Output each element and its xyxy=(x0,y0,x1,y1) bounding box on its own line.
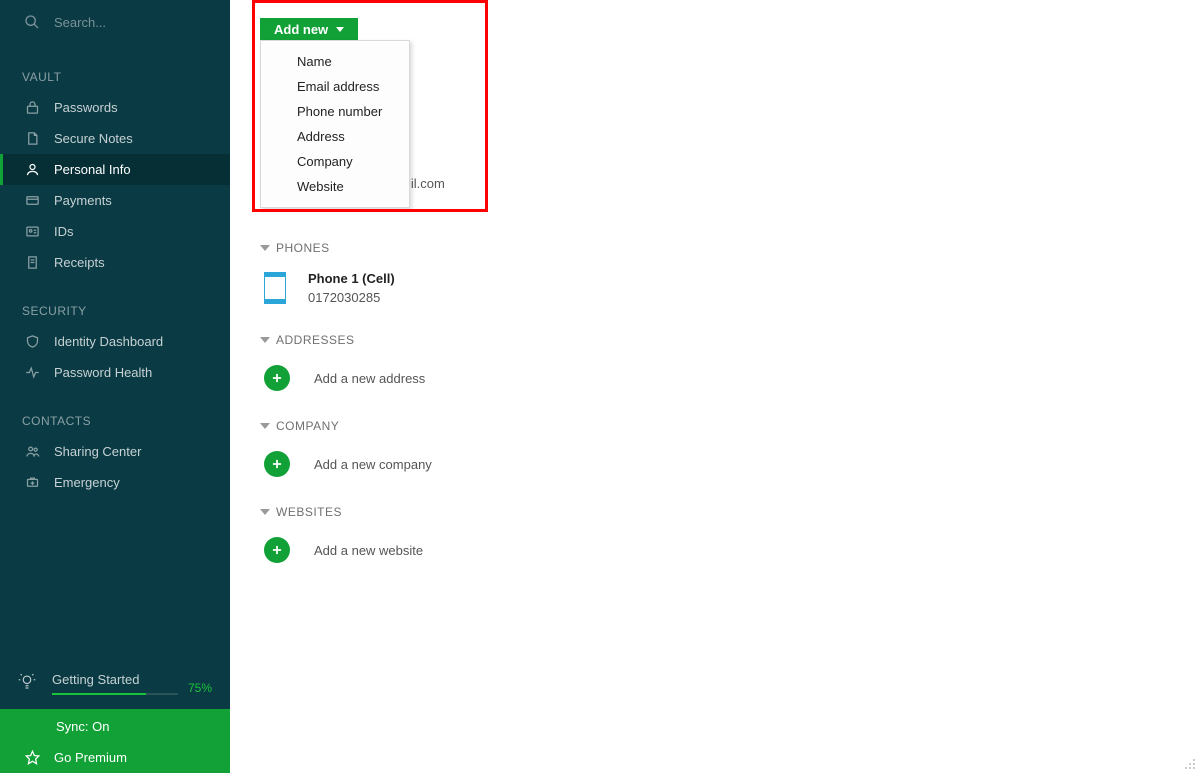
sidebar-item-label: Identity Dashboard xyxy=(54,334,163,349)
dropdown-item-company[interactable]: Company xyxy=(261,149,409,174)
add-company-button[interactable]: Add a new company xyxy=(264,451,1170,477)
phone-entry[interactable]: Phone 1 (Cell) 0172030285 xyxy=(264,271,1170,305)
plus-icon xyxy=(264,451,290,477)
premium-label: Go Premium xyxy=(54,750,127,765)
sync-label: Sync: On xyxy=(56,719,109,734)
sidebar-item-label: Password Health xyxy=(54,365,152,380)
go-premium[interactable]: Go Premium xyxy=(0,742,230,773)
sidebar-item-label: IDs xyxy=(54,224,74,239)
search-row[interactable] xyxy=(0,0,230,44)
sidebar-item-ids[interactable]: IDs xyxy=(0,216,230,247)
chevron-down-icon xyxy=(336,27,344,32)
person-icon xyxy=(22,162,42,177)
add-new-button[interactable]: Add new xyxy=(260,18,358,41)
progress-bar xyxy=(52,693,178,695)
category-addresses: ADDRESSES Add a new address xyxy=(260,333,1170,391)
caret-down-icon xyxy=(260,337,270,343)
search-input[interactable] xyxy=(54,15,194,30)
addresses-header[interactable]: ADDRESSES xyxy=(260,333,1170,347)
sidebar-item-identity-dashboard[interactable]: Identity Dashboard xyxy=(0,326,230,357)
company-header[interactable]: COMPANY xyxy=(260,419,1170,433)
people-icon xyxy=(22,444,42,459)
add-new-dropdown: Name Email address Phone number Address … xyxy=(260,40,410,208)
dropdown-item-address[interactable]: Address xyxy=(261,124,409,149)
addresses-header-label: ADDRESSES xyxy=(276,333,355,347)
resize-grip-icon[interactable] xyxy=(1184,757,1196,769)
receipt-icon xyxy=(22,255,42,270)
card-icon xyxy=(22,193,42,208)
phone-entry-title: Phone 1 (Cell) xyxy=(308,271,395,286)
progress-pct: 75% xyxy=(188,681,212,695)
caret-down-icon xyxy=(260,245,270,251)
sidebar-item-label: Passwords xyxy=(54,100,118,115)
add-website-button[interactable]: Add a new website xyxy=(264,537,1170,563)
id-icon xyxy=(22,224,42,239)
sidebar-item-secure-notes[interactable]: Secure Notes xyxy=(0,123,230,154)
getting-started-label: Getting Started xyxy=(52,672,178,687)
dropdown-item-website[interactable]: Website xyxy=(261,174,409,199)
sidebar-item-sharing-center[interactable]: Sharing Center xyxy=(0,436,230,467)
phone-icon xyxy=(264,272,286,304)
sidebar-item-receipts[interactable]: Receipts xyxy=(0,247,230,278)
getting-started[interactable]: Getting Started 75% xyxy=(0,662,230,709)
sidebar-item-label: Personal Info xyxy=(54,162,131,177)
plus-icon xyxy=(264,537,290,563)
section-security-label: SECURITY xyxy=(0,278,230,326)
pulse-icon xyxy=(22,365,42,380)
note-icon xyxy=(22,131,42,146)
dropdown-item-email[interactable]: Email address xyxy=(261,74,409,99)
phones-header-label: PHONES xyxy=(276,241,330,255)
sidebar-green-block: Sync: On Go Premium xyxy=(0,709,230,773)
sidebar-item-label: Payments xyxy=(54,193,112,208)
websites-header[interactable]: WEBSITES xyxy=(260,505,1170,519)
dropdown-item-phone[interactable]: Phone number xyxy=(261,99,409,124)
section-vault-label: VAULT xyxy=(0,44,230,92)
search-icon xyxy=(24,14,40,30)
category-websites: WEBSITES Add a new website xyxy=(260,505,1170,563)
email-peek-text: iil.com xyxy=(408,176,445,191)
caret-down-icon xyxy=(260,423,270,429)
sidebar-item-label: Receipts xyxy=(54,255,105,270)
lightbulb-icon xyxy=(18,673,42,694)
category-company: COMPANY Add a new company xyxy=(260,419,1170,477)
sidebar-item-password-health[interactable]: Password Health xyxy=(0,357,230,388)
progress-fill xyxy=(52,693,146,695)
add-company-label: Add a new company xyxy=(314,457,432,472)
websites-header-label: WEBSITES xyxy=(276,505,342,519)
add-address-button[interactable]: Add a new address xyxy=(264,365,1170,391)
sidebar-item-label: Secure Notes xyxy=(54,131,133,146)
phone-entry-value: 0172030285 xyxy=(308,290,395,305)
caret-down-icon xyxy=(260,509,270,515)
main-content: Add new Name Email address Phone number … xyxy=(230,0,1200,773)
emergency-icon xyxy=(22,475,42,490)
sidebar-bottom: Getting Started 75% Sync: On Go Premium xyxy=(0,662,230,773)
sidebar-item-emergency[interactable]: Emergency xyxy=(0,467,230,498)
dropdown-item-name[interactable]: Name xyxy=(261,49,409,74)
sidebar-item-personal-info[interactable]: Personal Info xyxy=(0,154,230,185)
lock-icon xyxy=(22,100,42,115)
add-address-label: Add a new address xyxy=(314,371,425,386)
add-website-label: Add a new website xyxy=(314,543,423,558)
plus-icon xyxy=(264,365,290,391)
section-contacts-label: CONTACTS xyxy=(0,388,230,436)
sidebar-item-label: Emergency xyxy=(54,475,120,490)
company-header-label: COMPANY xyxy=(276,419,339,433)
category-phones: PHONES Phone 1 (Cell) 0172030285 xyxy=(260,241,1170,305)
star-icon xyxy=(22,750,42,765)
sync-status[interactable]: Sync: On xyxy=(0,709,230,742)
add-new-label: Add new xyxy=(274,22,328,37)
shield-icon xyxy=(22,334,42,349)
sidebar: VAULT Passwords Secure Notes Personal In… xyxy=(0,0,230,773)
sidebar-item-label: Sharing Center xyxy=(54,444,141,459)
sidebar-item-payments[interactable]: Payments xyxy=(0,185,230,216)
sidebar-item-passwords[interactable]: Passwords xyxy=(0,92,230,123)
phones-header[interactable]: PHONES xyxy=(260,241,1170,255)
